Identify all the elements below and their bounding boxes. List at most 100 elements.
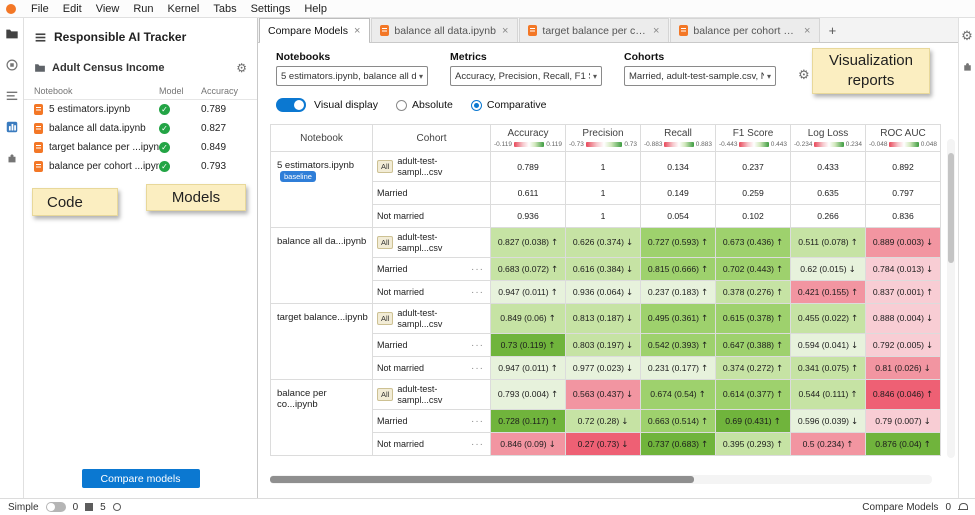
row-menu-dots[interactable]: ··· [471, 264, 486, 275]
tab-0[interactable]: Compare Models× [259, 18, 370, 42]
row-menu-dots[interactable]: ··· [471, 340, 486, 351]
simple-mode-toggle[interactable] [46, 502, 66, 512]
close-icon[interactable]: × [803, 25, 811, 37]
group-notebook-name: balance all da...ipynb [277, 236, 366, 247]
notebook-accuracy: 0.849 [201, 142, 247, 153]
header-metric-log-loss: Log Loss-0.2340.234 [791, 125, 866, 152]
comparative-radio[interactable]: Comparative [471, 99, 547, 111]
arrow-up-icon: ↑ [851, 288, 858, 298]
new-tab-button[interactable]: + [821, 18, 843, 42]
menu-item-file[interactable]: File [24, 2, 56, 16]
metric-cell: 0.102 [716, 205, 791, 228]
table-row: balance all da...ipynbAlladult-test-samp… [271, 228, 941, 258]
row-menu-dots[interactable]: ··· [471, 363, 486, 374]
arrow-down-icon: ↓ [549, 440, 556, 450]
tab-bar: Compare Models×balance all data.ipynb×ta… [258, 18, 958, 43]
metric-value: 0.936 [517, 211, 539, 221]
project-settings-gear-icon[interactable]: ⚙ [236, 62, 247, 74]
cohorts-select[interactable]: Married, adult-test-sample.csv, Not ... … [624, 66, 776, 86]
bell-icon[interactable] [958, 503, 967, 512]
visual-display-toggle[interactable] [276, 98, 306, 112]
notebook-list-header: Notebook Model Accuracy [24, 80, 257, 100]
arrow-down-icon: ↓ [926, 265, 933, 275]
comparison-table-header: Notebook Cohort Accuracy-0.1190.119Preci… [271, 125, 941, 152]
horizontal-scrollbar-thumb[interactable] [270, 476, 694, 483]
comparison-table-body: 5 estimators.ipynbbaselineAlladult-test-… [271, 152, 941, 456]
cohort-cell-inner: Married··· [377, 416, 486, 427]
cohort-cell: Married··· [373, 410, 491, 433]
menu-item-kernel[interactable]: Kernel [161, 2, 207, 16]
metric-cell: 0.663 (0.514)↑ [641, 410, 716, 433]
metric-value: 0.616 (0.384) [573, 264, 624, 274]
notebooks-label: Notebooks [276, 51, 428, 63]
arrow-up-icon: ↑ [551, 238, 558, 248]
notebooks-select[interactable]: 5 estimators.ipynb, balance all data... … [276, 66, 428, 86]
metric-value: 0.374 (0.272) [723, 363, 774, 373]
tab-3[interactable]: balance per cohort both.ipyn× [670, 18, 820, 42]
metric-value: 0.673 (0.436) [723, 237, 774, 247]
menu-item-edit[interactable]: Edit [56, 2, 89, 16]
notebook-cell: balance all da...ipynb [271, 228, 373, 304]
arrow-up-icon: ↑ [551, 288, 558, 298]
scale-min: -0.048 [869, 141, 887, 148]
absolute-radio[interactable]: Absolute [396, 99, 453, 111]
metrics-select[interactable]: Accuracy, Precision, Recall, F1 Score...… [450, 66, 602, 86]
notebook-list-item[interactable]: balance per cohort ...ipynb✓0.793 [24, 157, 257, 176]
metric-value: 0.614 (0.377) [723, 389, 774, 399]
metric-value: 0.888 (0.004) [873, 313, 924, 323]
scale-max: 0.73 [624, 141, 637, 148]
notebook-cell: target balance...ipynb [271, 304, 373, 380]
vertical-scrollbar-thumb[interactable] [948, 153, 954, 263]
terminal-icon[interactable] [85, 503, 93, 511]
metric-value: 0.789 [517, 162, 539, 172]
notebook-name: balance all data.ipynb [49, 123, 159, 134]
column-header-notebook: Notebook [34, 86, 159, 96]
property-inspector-gear-icon[interactable]: ⚙ [961, 30, 973, 43]
metric-value: 0.793 (0.004) [498, 389, 549, 399]
menu-item-run[interactable]: Run [126, 2, 160, 16]
arrow-up-icon: ↑ [701, 341, 708, 351]
notebook-list-item[interactable]: balance all data.ipynb✓0.827 [24, 119, 257, 138]
rai-tracker-icon[interactable] [4, 119, 19, 134]
close-icon[interactable]: × [501, 25, 509, 37]
tab-2[interactable]: target balance per cohort.ipy× [519, 18, 669, 42]
notebooks-select-value: 5 estimators.ipynb, balance all data... [281, 71, 416, 82]
metric-value: 0.544 (0.111) [799, 389, 849, 399]
metric-value: 0.647 (0.388) [723, 340, 774, 350]
vertical-scrollbar [947, 139, 955, 458]
scale-min: -0.73 [569, 141, 584, 148]
row-menu-dots[interactable]: ··· [471, 439, 486, 450]
metric-cell: 0.81 (0.026)↓ [866, 357, 941, 380]
metric-value: 0.455 (0.022) [798, 313, 849, 323]
arrow-down-icon: ↓ [851, 417, 858, 427]
notebook-list-item[interactable]: target balance per ...ipynb✓0.849 [24, 138, 257, 157]
tab-1[interactable]: balance all data.ipynb× [371, 18, 518, 42]
kernel-icon[interactable] [113, 503, 121, 511]
extensions-puzzle-icon[interactable] [960, 59, 975, 74]
cohort-cell: Alladult-test-sampl...csv [373, 380, 491, 410]
file-browser-icon[interactable] [4, 26, 19, 41]
menu-item-help[interactable]: Help [297, 2, 334, 16]
notebook-name: balance per cohort ...ipynb [49, 161, 159, 172]
table-settings-gear-icon[interactable]: ⚙ [798, 69, 810, 82]
compare-models-button[interactable]: Compare models [82, 469, 200, 488]
close-icon[interactable]: × [353, 25, 361, 37]
close-icon[interactable]: × [652, 25, 660, 37]
row-menu-dots[interactable]: ··· [471, 287, 486, 298]
cohort-cell-inner: Married··· [377, 264, 486, 275]
arrow-up-icon: ↑ [774, 417, 781, 427]
arrow-up-icon: ↑ [776, 238, 783, 248]
project-row[interactable]: Adult Census Income ⚙ [24, 54, 257, 80]
row-menu-dots[interactable]: ··· [471, 416, 486, 427]
menu-item-tabs[interactable]: Tabs [206, 2, 243, 16]
menu-item-settings[interactable]: Settings [244, 2, 298, 16]
arrow-up-icon: ↑ [776, 390, 783, 400]
table-of-contents-icon[interactable] [4, 88, 19, 103]
extension-manager-icon[interactable] [4, 150, 19, 165]
metric-cell: 0.737 (0.683)↑ [641, 433, 716, 456]
metric-color-scale: -0.73 0.73 [566, 139, 640, 151]
notebook-list-item[interactable]: 5 estimators.ipynb✓0.789 [24, 100, 257, 119]
metric-cell: 0.803 (0.197)↓ [566, 334, 641, 357]
menu-item-view[interactable]: View [89, 2, 127, 16]
running-kernels-icon[interactable] [4, 57, 19, 72]
